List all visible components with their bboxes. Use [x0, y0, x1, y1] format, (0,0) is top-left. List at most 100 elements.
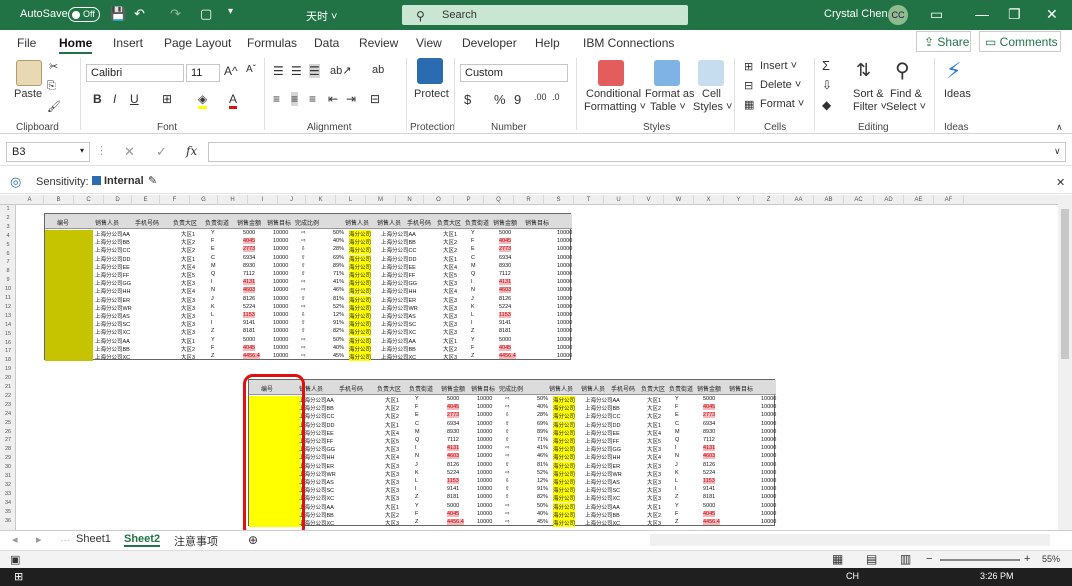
edit-pencil-icon[interactable]: ✎	[148, 174, 157, 187]
table-cell[interactable]: 海分公司	[349, 312, 372, 320]
table-cell[interactable]: ⇨	[505, 453, 510, 459]
table-cell[interactable]: 大区1	[181, 337, 195, 345]
table-cell[interactable]: 大区3	[647, 470, 661, 478]
table-cell[interactable]: 8126	[703, 462, 715, 468]
macro-record-icon[interactable]: ▣	[10, 553, 20, 566]
fill-color-icon[interactable]: ◈	[198, 92, 208, 109]
column-header[interactable]: I	[248, 195, 278, 205]
table-cell[interactable]: 6934	[703, 421, 715, 427]
table-cell[interactable]: Z	[211, 353, 214, 359]
table-cell[interactable]: 上海分公司AS	[585, 478, 620, 486]
column-header[interactable]: F	[160, 195, 190, 205]
table-cell[interactable]: J	[471, 296, 474, 302]
table-cell[interactable]: 海分公司	[349, 336, 372, 345]
percent-icon[interactable]: %	[494, 92, 506, 107]
table-cell[interactable]: 10000	[761, 470, 776, 476]
table-cell[interactable]: 10000	[273, 255, 288, 261]
table-cell[interactable]: M	[211, 263, 216, 269]
table-cell[interactable]: 10000	[477, 462, 492, 468]
table-cell[interactable]: 大区3	[443, 312, 457, 320]
table-cell[interactable]: 上海分公司FF	[381, 271, 415, 279]
table-cell[interactable]: 10000	[477, 486, 492, 492]
table-cell[interactable]: 10000	[273, 246, 288, 252]
table-cell[interactable]: I	[675, 486, 677, 492]
table-cell[interactable]: F	[471, 238, 474, 244]
table-cell[interactable]: 7112	[243, 271, 255, 277]
table-cell[interactable]: 上海分公司AA	[95, 230, 130, 238]
filter-label[interactable]: Filter ˅	[853, 101, 887, 113]
table-cell[interactable]: 海分公司	[349, 238, 372, 247]
column-header[interactable]: M	[366, 195, 396, 205]
tab-view[interactable]: View	[416, 36, 442, 50]
table-cell[interactable]: 上海分公司BB	[381, 238, 416, 246]
find-label[interactable]: Find &	[890, 88, 922, 100]
table-cell[interactable]: 大区3	[181, 353, 195, 361]
table-cell[interactable]: 4045	[243, 344, 256, 351]
table-cell[interactable]: 海分公司	[553, 494, 576, 503]
table-cell[interactable]: 8181	[447, 494, 459, 500]
sheet-tab-sheet2[interactable]: Sheet2	[124, 533, 161, 547]
table-cell[interactable]: F	[675, 404, 678, 410]
comma-icon[interactable]: 9	[514, 92, 521, 107]
delete-cells-button[interactable]: Delete ˅	[760, 79, 801, 91]
table-cell[interactable]: 上海分公司DD	[381, 255, 416, 263]
insert-function-button[interactable]: fx	[186, 144, 197, 158]
select-label[interactable]: Select ˅	[886, 101, 926, 113]
tab-help[interactable]: Help	[535, 36, 560, 50]
table-cell[interactable]: 大区3	[385, 478, 399, 486]
table-cell[interactable]: Q	[675, 437, 679, 443]
table-cell[interactable]: 50%	[333, 230, 344, 236]
underline-icon[interactable]: U	[130, 92, 139, 106]
table-cell[interactable]: 上海分公司HH	[585, 453, 620, 461]
table-cell[interactable]: 10000	[273, 320, 288, 326]
table-cell[interactable]: 28%	[537, 412, 548, 418]
table-cell[interactable]: 2773	[447, 412, 460, 419]
table-cell[interactable]: 大区5	[385, 437, 399, 445]
camera-icon[interactable]: ▢	[200, 6, 212, 22]
table-cell[interactable]: F	[211, 238, 214, 244]
table-cell[interactable]: 8126	[447, 462, 459, 468]
column-header[interactable]: U	[604, 195, 634, 205]
table-cell[interactable]: Y	[415, 503, 419, 509]
table-cell[interactable]: 4045	[499, 238, 512, 245]
table-cell[interactable]: ⇧	[505, 462, 510, 468]
table-cell[interactable]: ⇩	[301, 312, 306, 318]
table-label[interactable]: Table ˅	[650, 101, 686, 113]
row-header[interactable]: 28	[0, 445, 16, 454]
table-cell[interactable]: 10000	[557, 337, 572, 343]
table-cell[interactable]: 5000	[447, 503, 459, 509]
table-cell[interactable]: 海分公司	[349, 254, 372, 263]
more-sheets-icon[interactable]: …	[60, 533, 70, 544]
table-cell[interactable]: 大区2	[181, 345, 195, 353]
table-cell[interactable]: 9141	[703, 486, 715, 492]
table-cell[interactable]: 45%	[333, 353, 344, 359]
sort-label[interactable]: Sort &	[853, 88, 884, 100]
table-cell[interactable]: 大区3	[647, 478, 661, 486]
table-cell[interactable]: 4603	[499, 287, 512, 294]
increase-indent-icon[interactable]: ⇥	[346, 92, 356, 106]
table-cell[interactable]: 1153	[499, 312, 511, 318]
table-cell[interactable]: 大区2	[443, 238, 457, 246]
table-cell[interactable]: 大区4	[181, 287, 195, 295]
table-cell[interactable]: 上海分公司GG	[585, 445, 621, 453]
table-cell[interactable]: 10000	[761, 412, 776, 418]
table-cell[interactable]: ⇨	[505, 396, 510, 402]
table-cell[interactable]: 海分公司	[349, 262, 372, 271]
format-cells-button[interactable]: Format ˅	[760, 98, 804, 110]
table-cell[interactable]: 82%	[537, 494, 548, 500]
table-cell[interactable]: 大区4	[385, 429, 399, 437]
format-as-table-icon[interactable]	[654, 60, 680, 86]
table-cell[interactable]: 海分公司	[553, 445, 576, 454]
table-cell[interactable]: 大区3	[647, 462, 661, 470]
table-cell[interactable]: 71%	[333, 271, 344, 277]
table-cell[interactable]: 上海分公司ER	[585, 462, 620, 470]
table-cell[interactable]: 4456.4	[447, 519, 464, 525]
table-cell[interactable]: ⇩	[505, 412, 510, 418]
table-cell[interactable]: 10000	[273, 353, 288, 359]
table-cell[interactable]: 10000	[761, 445, 776, 451]
column-header[interactable]: S	[544, 195, 574, 205]
cell-styles-label[interactable]: Styles ˅	[693, 101, 732, 113]
align-right-icon[interactable]: ≡	[309, 92, 316, 106]
table-cell[interactable]: M	[415, 429, 420, 435]
table-cell[interactable]: 海分公司	[553, 461, 576, 470]
